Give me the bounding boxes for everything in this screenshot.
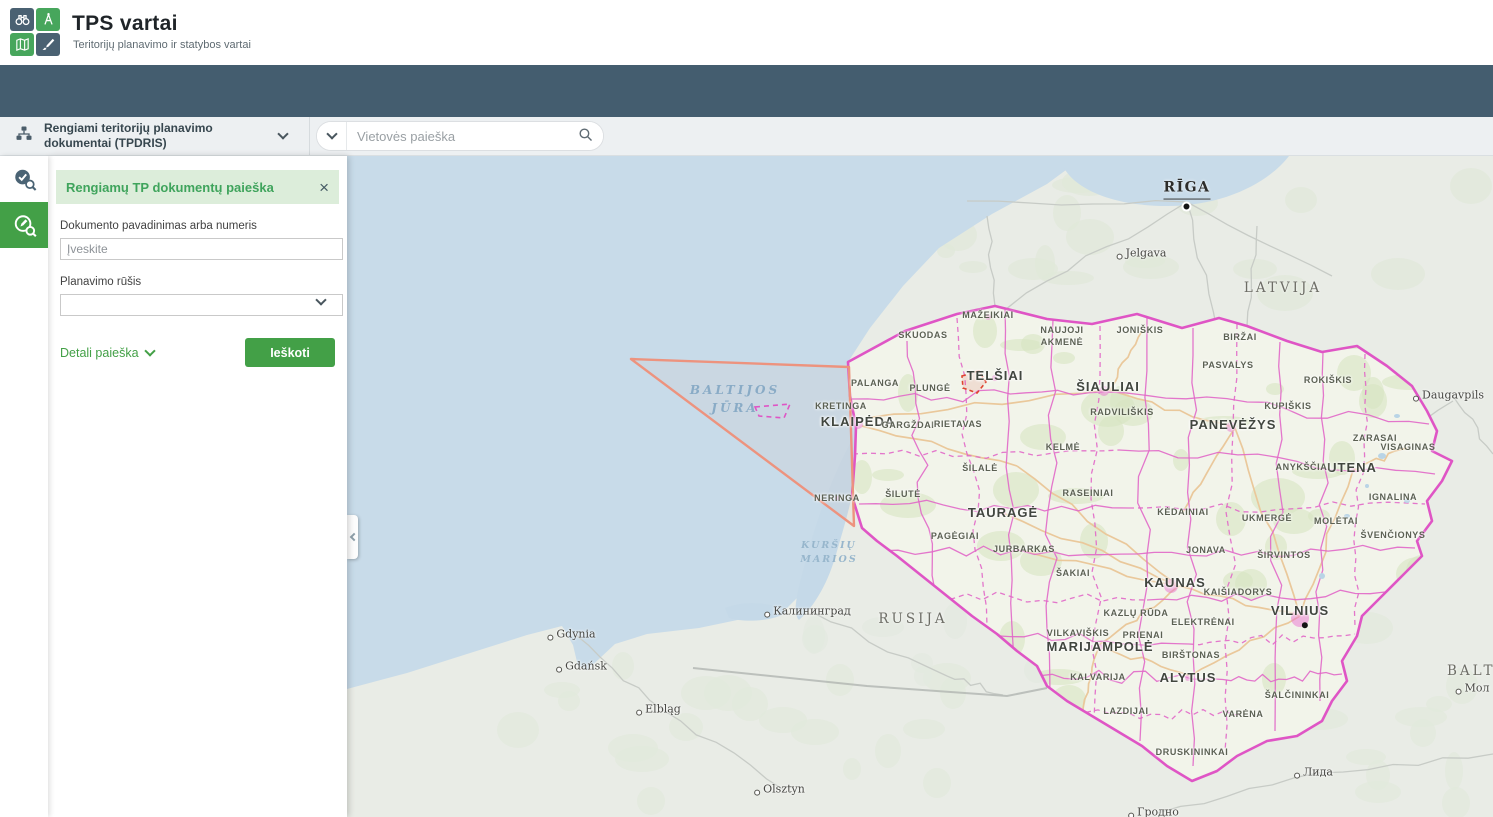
panel-collapse-handle[interactable]: [347, 515, 358, 559]
place-search-button[interactable]: [567, 122, 603, 150]
compass-icon: [36, 8, 60, 31]
close-icon[interactable]: ×: [319, 179, 329, 196]
toolbar-divider: [309, 117, 310, 155]
map-graphics: [347, 156, 1493, 817]
layer-dropdown[interactable]: Rengiami teritorijų planavimo dokumentai…: [0, 117, 301, 155]
panel-title: Rengiamų TP dokumentų paieška: [66, 180, 274, 195]
app-header: TPS vartai Teritorijų planavimo ir staty…: [0, 0, 1493, 65]
panel-actions: Detali paieška Ieškoti: [60, 338, 335, 367]
document-search-panel: Rengiamų TP dokumentų paieška × Dokument…: [48, 156, 347, 817]
place-search-input[interactable]: [347, 129, 567, 144]
search-icon: [577, 126, 594, 146]
top-navigation-bar: [0, 65, 1493, 117]
map-icon: [10, 33, 34, 56]
layers-group-icon: [14, 124, 34, 149]
document-name-input[interactable]: [60, 238, 343, 260]
chevron-left-icon: [349, 533, 357, 541]
app-title: TPS vartai: [72, 12, 178, 36]
brush-icon: [36, 33, 60, 56]
document-name-label: Dokumento pavadinimas arba numeris: [60, 220, 335, 232]
place-search: [316, 121, 604, 151]
sidebar-item-approved-documents-search[interactable]: [0, 156, 48, 202]
chevron-down-icon: [326, 128, 337, 139]
app-root: TPS vartai Teritorijų planavimo ir staty…: [0, 0, 1493, 817]
planning-type-select-wrap: [56, 294, 339, 316]
map-toolbar: Rengiami teritorijų planavimo dokumentai…: [0, 117, 1493, 156]
tools-sidebar: [0, 156, 48, 817]
chevron-down-icon: [144, 345, 155, 356]
app-subtitle: Teritorijų planavimo ir statybos vartai: [73, 39, 251, 51]
sidebar-item-preparing-documents-search[interactable]: [0, 202, 48, 248]
binoculars-icon: [10, 8, 34, 31]
search-options-button[interactable]: [317, 122, 347, 150]
planning-type-select[interactable]: [60, 294, 343, 316]
panel-header: Rengiamų TP dokumentų paieška ×: [56, 170, 339, 204]
gulf-of-riga: [1060, 156, 1289, 206]
map-canvas[interactable]: RĪGAJelgavaLATVIJADaugavpilsBALTIJOS JŪR…: [347, 156, 1493, 817]
detailed-search-link[interactable]: Detali paieška: [60, 346, 154, 360]
search-documents-button[interactable]: Ieškoti: [245, 338, 335, 367]
app-logo[interactable]: [10, 8, 62, 58]
chevron-down-icon: [277, 128, 288, 139]
detailed-search-label: Detali paieška: [60, 346, 139, 360]
layer-dropdown-label: Rengiami teritorijų planavimo dokumentai…: [44, 121, 269, 151]
planning-type-label: Planavimo rūšis: [60, 276, 335, 288]
